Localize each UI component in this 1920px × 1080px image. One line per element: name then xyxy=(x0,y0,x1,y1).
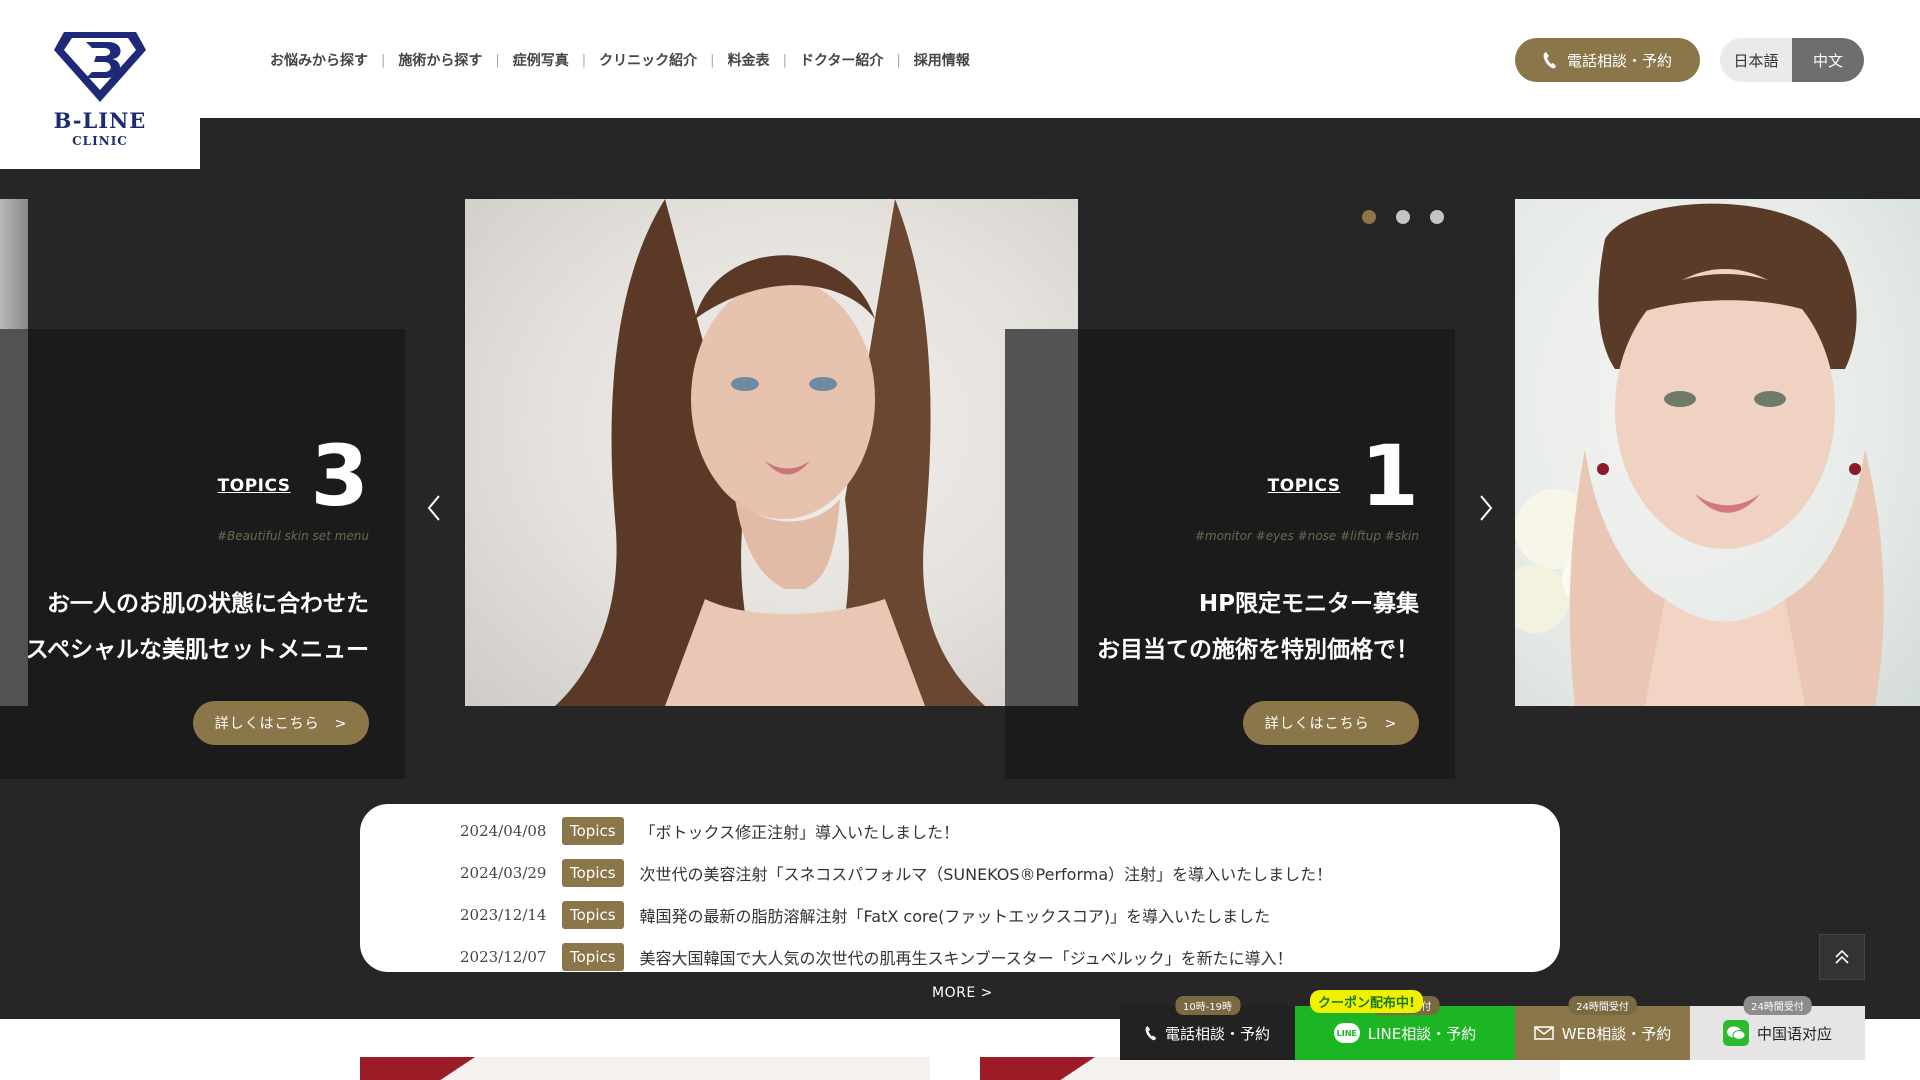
topic-headline-line2: お目当ての施術を特別価格で！ xyxy=(1097,637,1419,663)
header-phone-label: 電話相談・予約 xyxy=(1566,51,1672,70)
nav-divider: | xyxy=(381,52,386,68)
lang-japanese-button[interactable]: 日本語 xyxy=(1720,38,1792,82)
bar-chinese-button[interactable]: 24時間受付 中国语对应 xyxy=(1690,996,1865,1060)
new-ribbon xyxy=(980,1057,1095,1080)
nav-item-prices[interactable]: 料金表 xyxy=(728,50,770,70)
topic-heading: TOPICS 3 xyxy=(218,434,369,518)
news-list: 2024/04/08 Topics 「ボトックス修正注射」導入いたしました！ 2… xyxy=(360,804,1560,972)
logo[interactable]: B-LINE CLINIC xyxy=(0,0,200,169)
topic-tags: #Beautiful skin set menu xyxy=(216,529,369,543)
bar-line-button[interactable]: 24時間受付 LINE LINE相談・予約 xyxy=(1295,996,1515,1060)
slide-overlay xyxy=(0,329,28,706)
news-date: 2023/12/14 xyxy=(460,906,547,924)
hours-tag: 24時間受付 xyxy=(1743,996,1812,1015)
model-portrait-illustration xyxy=(555,199,985,706)
topic-headline-line1: お一人のお肌の状態に合わせた xyxy=(47,591,369,617)
news-more-link[interactable]: MORE > xyxy=(932,985,993,1001)
topic-heading: TOPICS 1 xyxy=(1268,434,1419,518)
slider-next-button[interactable] xyxy=(1473,488,1499,528)
chevron-right-icon xyxy=(1480,495,1493,521)
slide-image-model-long-hair xyxy=(465,199,1078,706)
topic-label: TOPICS xyxy=(217,476,291,496)
news-title[interactable]: 美容大国韓国で大人気の次世代の肌再生スキンブースター「ジュベルック」を新たに導入… xyxy=(640,945,1293,969)
news-item[interactable]: 2023/12/14 Topics 韓国発の最新の脂肪溶解注射「FatX cor… xyxy=(360,894,1560,936)
slider-prev-button[interactable] xyxy=(421,488,447,528)
topic-details-button[interactable]: 詳しくはこちら > xyxy=(1243,701,1419,745)
new-ribbon xyxy=(360,1057,475,1080)
line-icon: LINE xyxy=(1333,1023,1360,1043)
bar-line-label: LINE相談・予約 xyxy=(1367,1024,1477,1043)
nav-item-cases[interactable]: 症例写真 xyxy=(513,50,569,70)
nav-divider: | xyxy=(782,52,787,68)
language-switcher: 日本語 中文 xyxy=(1720,38,1864,82)
feature-card[interactable] xyxy=(980,1057,1560,1080)
topic-label: TOPICS xyxy=(1267,476,1341,496)
logo-subtitle: CLINIC xyxy=(72,134,128,148)
main-nav: お悩みから探す | 施術から探す | 症例写真 | クリニック紹介 | 料金表 … xyxy=(270,50,970,70)
topic-headline-line1: HP限定モニター募集 xyxy=(1198,591,1419,617)
hours-tag: 24時間受付 xyxy=(1568,996,1637,1015)
topic-headline-line2: スペシャルな美肌セットメニュー xyxy=(25,637,369,663)
nav-item-doctors[interactable]: ドクター紹介 xyxy=(800,50,883,70)
nav-item-clinic[interactable]: クリニック紹介 xyxy=(599,50,697,70)
bar-web-button[interactable]: 24時間受付 WEB相談・予約 xyxy=(1515,996,1690,1060)
mail-icon xyxy=(1533,1026,1554,1040)
logo-emblem-icon xyxy=(54,32,146,102)
slide-image-model-hands xyxy=(1515,199,1920,706)
news-date: 2024/03/29 xyxy=(460,864,547,882)
fixed-contact-bar: 10時-19時 電話相談・予約 24時間受付 LINE LINE相談・予約 24… xyxy=(1120,996,1865,1060)
news-title[interactable]: 韓国発の最新の脂肪溶解注射「FatX core(ファットエックスコア)」を導入い… xyxy=(640,903,1271,927)
site-header: お悩みから探す | 施術から探す | 症例写真 | クリニック紹介 | 料金表 … xyxy=(0,0,1920,118)
model-portrait-illustration xyxy=(1515,203,1884,706)
news-item[interactable]: 2024/04/08 Topics 「ボトックス修正注射」導入いたしました！ xyxy=(360,810,1560,852)
wechat-icon xyxy=(1722,1020,1749,1046)
topic-tags: #monitor #eyes #nose #liftup #skin xyxy=(1194,529,1419,543)
header-phone-button[interactable]: 電話相談・予約 xyxy=(1515,38,1700,82)
topic-number: 1 xyxy=(1360,427,1419,525)
feature-card[interactable] xyxy=(360,1057,930,1080)
bar-phone-button[interactable]: 10時-19時 電話相談・予約 xyxy=(1120,996,1295,1060)
news-date: 2023/12/07 xyxy=(460,948,547,966)
topic-card-3: TOPICS 3 #Beautiful skin set menu お一人のお肌… xyxy=(0,329,405,779)
bar-chinese-label: 中国语对应 xyxy=(1756,1024,1832,1043)
hours-tag: 10時-19時 xyxy=(1174,996,1241,1015)
news-category-badge: Topics xyxy=(562,901,624,929)
news-item[interactable]: 2023/12/07 Topics 美容大国韓国で大人気の次世代の肌再生スキンブ… xyxy=(360,936,1560,978)
nav-divider: | xyxy=(896,52,901,68)
news-category-badge: Topics xyxy=(562,859,624,887)
news-category-badge: Topics xyxy=(562,943,624,971)
lang-chinese-button[interactable]: 中文 xyxy=(1792,38,1864,82)
news-title[interactable]: 次世代の美容注射「スネコスパフォルマ（SUNEKOS®Performa）注射」を… xyxy=(640,861,1333,885)
news-date: 2024/04/08 xyxy=(460,822,547,840)
nav-item-treatments[interactable]: 施術から探す xyxy=(398,50,482,70)
slider-pagination xyxy=(1362,210,1444,224)
chevron-left-icon xyxy=(427,495,440,521)
news-title[interactable]: 「ボトックス修正注射」導入いたしました！ xyxy=(640,819,960,843)
nav-item-concerns[interactable]: お悩みから探す xyxy=(270,50,368,70)
phone-icon xyxy=(1543,52,1556,69)
back-to-top-button[interactable] xyxy=(1819,934,1865,980)
topic-details-button[interactable]: 詳しくはこちら > xyxy=(193,701,369,745)
double-chevron-up-icon xyxy=(1835,949,1849,964)
nav-divider: | xyxy=(495,52,500,68)
phone-icon xyxy=(1145,1026,1157,1041)
news-item[interactable]: 2024/03/29 Topics 次世代の美容注射「スネコスパフォルマ（SUN… xyxy=(360,852,1560,894)
coupon-badge: クーポン配布中! xyxy=(1310,990,1423,1013)
logo-name: B-LINE xyxy=(53,108,147,133)
nav-divider: | xyxy=(581,52,587,68)
slider-dot-3[interactable] xyxy=(1430,210,1444,224)
topic-number: 3 xyxy=(310,427,369,525)
bar-web-label: WEB相談・予約 xyxy=(1561,1024,1672,1043)
news-category-badge: Topics xyxy=(562,817,624,845)
nav-item-recruit[interactable]: 採用情報 xyxy=(914,50,970,70)
bar-phone-label: 電話相談・予約 xyxy=(1164,1024,1270,1043)
slider-dot-2[interactable] xyxy=(1396,210,1410,224)
slider-dot-1[interactable] xyxy=(1362,210,1376,224)
slide-overlay xyxy=(1005,329,1078,706)
nav-divider: | xyxy=(710,52,715,68)
